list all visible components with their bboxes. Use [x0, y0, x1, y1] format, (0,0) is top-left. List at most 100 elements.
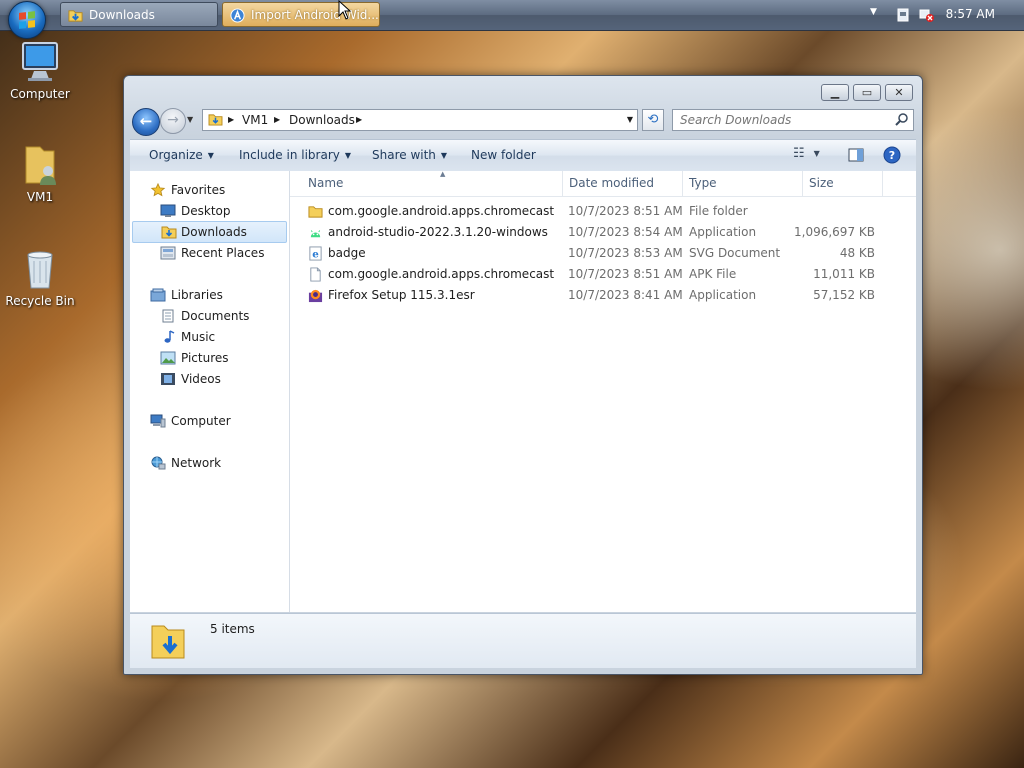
file-size: 48 KB: [839, 246, 875, 260]
back-button[interactable]: ←: [132, 108, 160, 136]
svg-text:?: ?: [889, 149, 895, 162]
recycle-bin-icon: [27, 251, 53, 289]
android-studio-icon: [230, 8, 245, 23]
forward-button[interactable]: →: [160, 108, 186, 134]
chevron-down-icon: ▼: [344, 151, 352, 160]
maximize-button[interactable]: ▭: [853, 84, 881, 101]
desktop-icon-label: Recycle Bin: [5, 294, 75, 308]
file-type: File folder: [689, 204, 748, 218]
file-row[interactable]: com.google.android.apps.chromecast.ap...…: [290, 264, 916, 285]
column-type[interactable]: Type: [683, 171, 803, 196]
recent-places-icon: [160, 246, 176, 260]
music-icon: [164, 330, 175, 343]
taskbar: Downloads Import Android Wid... ▼ 8:57 A…: [0, 0, 1024, 39]
start-button[interactable]: [8, 1, 46, 39]
file-name: com.google.android.apps.chromecast.ap...: [328, 204, 554, 218]
nav-downloads[interactable]: Downloads: [132, 221, 287, 243]
folder-icon: [68, 10, 83, 22]
firefox-setup-icon: [308, 289, 323, 303]
file-name: Firefox Setup 115.3.1esr: [328, 288, 475, 302]
file-row[interactable]: Firefox Setup 115.3.1esr 10/7/2023 8:41 …: [290, 285, 916, 306]
breadcrumb-downloads[interactable]: Downloads: [289, 110, 355, 130]
explorer-window: ▁ ▭ ✕ ← → ▼ ▶ VM1 ▶ Downloads ▶ ▼ ⟲ Orga…: [123, 75, 923, 675]
include-in-library-button[interactable]: Include in library ▼: [239, 148, 351, 162]
item-count: 5 items: [210, 622, 255, 636]
column-size[interactable]: Size: [803, 171, 883, 196]
file-date: 10/7/2023 8:51 AM: [568, 267, 683, 281]
downloads-folder-icon: [161, 226, 177, 239]
taskbar-button-import-android[interactable]: Import Android Wid...: [222, 2, 380, 27]
file-size: 11,011 KB: [813, 267, 875, 281]
share-with-button[interactable]: Share with ▼: [372, 148, 447, 162]
share-with-label: Share with: [372, 148, 436, 162]
recent-pages-dropdown[interactable]: ▼: [187, 115, 193, 124]
refresh-button[interactable]: ⟲: [642, 109, 664, 131]
address-dropdown-icon[interactable]: ▼: [627, 110, 633, 130]
search-icon[interactable]: [895, 112, 909, 126]
user-folder-icon: [25, 146, 56, 185]
file-size: 57,152 KB: [813, 288, 875, 302]
breadcrumb-separator-icon[interactable]: ▶: [274, 110, 280, 130]
ie-document-icon: e: [309, 246, 322, 261]
svg-text:e: e: [312, 248, 319, 260]
network-error-icon[interactable]: [919, 7, 935, 23]
taskbar-button-label: Import Android Wid...: [251, 8, 379, 22]
clock[interactable]: 8:57 AM: [946, 7, 995, 21]
column-name[interactable]: Name ▲: [302, 170, 563, 196]
preview-pane-icon[interactable]: [848, 147, 864, 163]
file-size: 1,096,697 KB: [794, 225, 875, 239]
file-row[interactable]: com.google.android.apps.chromecast.ap...…: [290, 201, 916, 222]
new-folder-button[interactable]: New folder: [471, 148, 536, 162]
include-in-library-label: Include in library: [239, 148, 340, 162]
column-name-label: Name: [308, 176, 344, 190]
documents-icon: [162, 309, 174, 323]
close-button[interactable]: ✕: [885, 84, 913, 101]
nav-label: Computer: [171, 414, 231, 428]
file-row[interactable]: e badge 10/7/2023 8:53 AM SVG Document 4…: [290, 243, 916, 264]
desktop-icon-computer[interactable]: Computer: [0, 40, 80, 101]
nav-label: Pictures: [181, 351, 229, 365]
system-tray: ▼: [864, 0, 1024, 30]
help-icon[interactable]: ?: [883, 146, 901, 164]
file-date: 10/7/2023 8:51 AM: [568, 204, 683, 218]
file-date: 10/7/2023 8:53 AM: [568, 246, 683, 260]
libraries-icon: [150, 288, 166, 302]
nav-label: Network: [171, 456, 222, 470]
address-bar[interactable]: ▶ VM1 ▶ Downloads ▶ ▼: [202, 109, 638, 131]
file-name: android-studio-2022.3.1.20-windows: [328, 225, 548, 239]
computer-icon: [150, 414, 166, 428]
view-options-icon[interactable]: ☷ ▼: [793, 146, 820, 161]
search-input[interactable]: [676, 112, 894, 128]
navigation-bar: ← → ▼ ▶ VM1 ▶ Downloads ▶ ▼ ⟲: [132, 107, 914, 136]
folder-icon: [208, 114, 223, 126]
organize-button[interactable]: Organize ▼: [149, 148, 214, 162]
breadcrumb-vm1[interactable]: VM1: [242, 110, 268, 130]
blank-file-icon: [310, 267, 321, 282]
show-hidden-icons-icon[interactable]: ▼: [870, 7, 877, 17]
file-row[interactable]: android-studio-2022.3.1.20-windows 10/7/…: [290, 222, 916, 243]
android-studio-icon: [310, 230, 321, 238]
search-box[interactable]: [672, 109, 914, 131]
network-icon: [151, 456, 166, 470]
desktop-icon-label: Computer: [10, 87, 70, 101]
action-center-icon[interactable]: [895, 7, 911, 23]
navigation-pane: Favorites Desktop Downloads Recent Place…: [130, 171, 290, 612]
taskbar-button-downloads[interactable]: Downloads: [60, 2, 218, 27]
desktop-icon-recycle-bin[interactable]: Recycle Bin: [0, 247, 80, 308]
nav-label: Videos: [181, 372, 221, 386]
sort-ascending-icon: ▲: [440, 170, 446, 178]
star-icon: [150, 183, 166, 197]
column-date-modified[interactable]: Date modified: [563, 171, 683, 196]
breadcrumb-separator-icon[interactable]: ▶: [356, 110, 362, 130]
breadcrumb-separator-icon[interactable]: ▶: [228, 110, 234, 130]
minimize-button[interactable]: ▁: [821, 84, 849, 101]
chevron-down-icon: ▼: [440, 151, 448, 160]
desktop-icon-vm1[interactable]: VM1: [0, 143, 80, 204]
videos-icon: [161, 373, 175, 385]
desktop-icon: [160, 204, 176, 217]
mouse-cursor-icon: [338, 0, 352, 20]
file-name: badge: [328, 246, 366, 260]
desktop-icon-label: VM1: [26, 190, 54, 204]
command-bar: Organize ▼ Include in library ▼ Share with…: [130, 139, 916, 172]
organize-label: Organize: [149, 148, 203, 162]
